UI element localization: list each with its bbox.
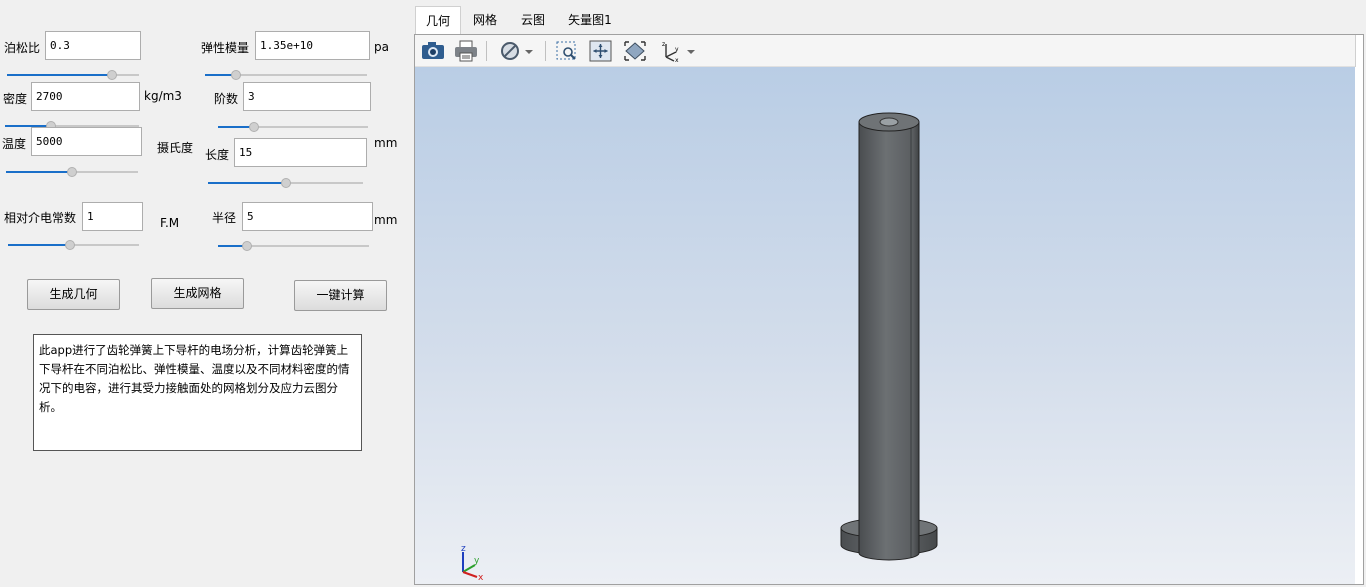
order-label: 阶数 — [214, 92, 239, 106]
order-input[interactable]: 3 — [243, 82, 371, 111]
elastic-unit: pa — [374, 40, 389, 54]
length-unit: mm — [374, 136, 398, 150]
dropdown-arrow-icon[interactable] — [685, 39, 697, 63]
svg-text:x: x — [675, 57, 679, 63]
compute-button[interactable]: 一键计算 — [294, 280, 387, 311]
tab-mesh[interactable]: 网格 — [461, 6, 509, 34]
poisson-input[interactable]: 0.3 — [45, 31, 141, 60]
scrollbar[interactable] — [1355, 35, 1363, 67]
tab-vector[interactable]: 矢量图1 — [557, 6, 623, 34]
print-icon[interactable] — [453, 39, 479, 63]
density-input[interactable]: 2700 — [31, 82, 140, 111]
hide-icon[interactable] — [498, 39, 524, 63]
svg-text:z: z — [461, 544, 466, 554]
order-slider[interactable] — [218, 122, 368, 132]
temperature-input[interactable]: 5000 — [31, 127, 142, 156]
description-box: 此app进行了齿轮弹簧上下导杆的电场分析，计算齿轮弹簧上下导杆在不同泊松比、弹性… — [33, 334, 362, 451]
svg-text:y: y — [474, 556, 480, 566]
rod-model: z y x — [461, 112, 938, 583]
dropdown-arrow-icon[interactable] — [523, 39, 535, 63]
radius-input[interactable]: 5 — [242, 202, 373, 231]
length-input[interactable]: 15 — [234, 138, 367, 167]
elastic-label: 弹性模量 — [201, 41, 250, 55]
density-label: 密度 — [3, 92, 28, 106]
radius-label: 半径 — [212, 211, 237, 225]
temperature-label: 温度 — [2, 137, 27, 151]
permittivity-input[interactable]: 1 — [82, 202, 143, 231]
zoom-box-icon[interactable] — [554, 39, 580, 63]
radius-slider[interactable] — [218, 241, 369, 251]
axis-orientation-icon[interactable]: z yx — [657, 39, 683, 64]
temperature-slider[interactable] — [6, 167, 138, 177]
permittivity-label: 相对介电常数 — [4, 211, 77, 225]
3d-canvas[interactable]: z y x — [415, 67, 1355, 584]
radius-unit: mm — [374, 213, 398, 227]
graphics-viewer: zyx z y x — [414, 34, 1364, 585]
elastic-input[interactable]: 1.35e+10 — [255, 31, 370, 60]
graphics-toolbar: z yx — [415, 35, 1355, 67]
axis-triad-icon: z y x — [461, 544, 484, 583]
generate-mesh-button[interactable]: 生成网格 — [151, 278, 244, 309]
camera-icon[interactable] — [420, 39, 446, 63]
length-slider[interactable] — [208, 178, 363, 188]
poisson-label: 泊松比 — [4, 41, 41, 55]
svg-text:y: y — [675, 46, 679, 53]
svg-text:x: x — [478, 573, 484, 583]
tab-contour[interactable]: 云图 — [509, 6, 557, 34]
permittivity-slider[interactable] — [8, 240, 139, 250]
zoom-extents-icon[interactable] — [588, 39, 614, 63]
view-fit-icon[interactable] — [622, 39, 648, 63]
tab-geometry[interactable]: 几何 — [415, 6, 461, 34]
permittivity-unit: F.M — [160, 216, 180, 230]
elastic-slider[interactable] — [205, 70, 367, 80]
temperature-unit: 摄氏度 — [157, 141, 194, 155]
length-label: 长度 — [205, 148, 230, 162]
density-unit: kg/m3 — [144, 89, 182, 103]
poisson-slider[interactable] — [7, 70, 139, 80]
svg-text:z: z — [662, 41, 665, 48]
generate-geometry-button[interactable]: 生成几何 — [27, 279, 120, 310]
